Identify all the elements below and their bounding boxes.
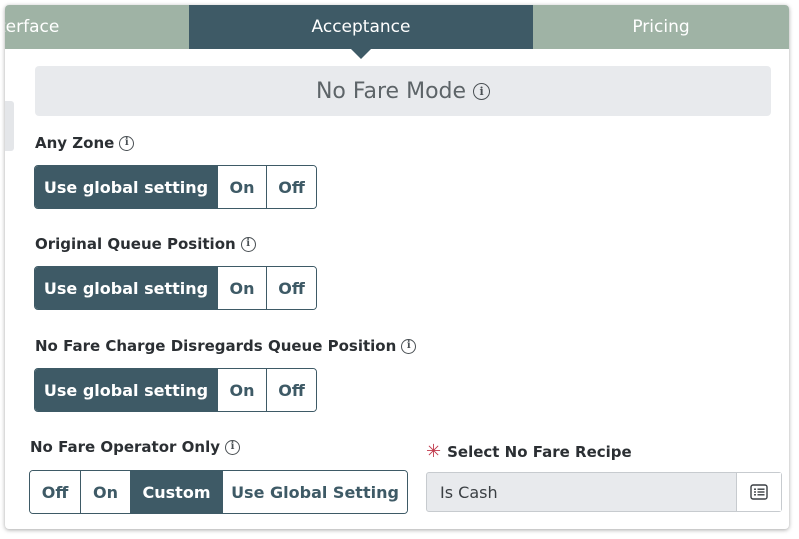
tab-pricing-label: Pricing bbox=[632, 17, 690, 37]
disregards-queue-position-label-text: No Fare Charge Disregards Queue Position bbox=[35, 337, 397, 355]
operator-only-off-button[interactable]: Off bbox=[30, 471, 80, 513]
any-zone-use-global-button[interactable]: Use global setting bbox=[35, 166, 217, 208]
info-icon[interactable]: i bbox=[473, 82, 491, 100]
no-fare-mode-banner: No Fare Mode i bbox=[35, 66, 771, 116]
original-queue-position-toggle: Use global setting On Off bbox=[34, 266, 317, 310]
any-zone-on-button[interactable]: On bbox=[217, 166, 266, 208]
side-scroll-handle[interactable] bbox=[5, 101, 14, 151]
any-zone-label: Any Zone i bbox=[35, 134, 135, 152]
info-icon[interactable]: i bbox=[401, 338, 417, 354]
operator-only-toggle: Off On Custom Use Global Setting bbox=[29, 470, 408, 514]
recipe-picker-button[interactable] bbox=[736, 473, 781, 511]
disregards-queue-on-button[interactable]: On bbox=[217, 369, 266, 411]
operator-only-use-global-button[interactable]: Use Global Setting bbox=[222, 471, 407, 513]
tab-interface-label: terface bbox=[5, 17, 60, 37]
banner-title: No Fare Mode bbox=[315, 78, 467, 104]
info-icon[interactable]: i bbox=[225, 439, 240, 455]
operator-only-on-button[interactable]: On bbox=[80, 471, 130, 513]
info-icon[interactable]: i bbox=[119, 135, 135, 151]
recipe-label: ✳ Select No Fare Recipe bbox=[426, 441, 632, 462]
tab-acceptance-label: Acceptance bbox=[311, 17, 411, 37]
required-asterisk: ✳ bbox=[426, 441, 442, 462]
disregards-queue-position-toggle: Use global setting On Off bbox=[34, 368, 317, 412]
acceptance-panel: terface Acceptance Pricing No Fare Mode … bbox=[5, 5, 789, 529]
disregards-queue-position-label: No Fare Charge Disregards Queue Position… bbox=[35, 337, 417, 355]
operator-only-custom-button[interactable]: Custom bbox=[130, 471, 222, 513]
original-queue-use-global-button[interactable]: Use global setting bbox=[35, 267, 217, 309]
tab-acceptance[interactable]: Acceptance bbox=[189, 5, 533, 49]
info-icon[interactable]: i bbox=[240, 236, 256, 252]
recipe-select-value[interactable]: Is Cash bbox=[427, 473, 736, 511]
tab-bar: terface Acceptance Pricing bbox=[5, 5, 789, 59]
original-queue-off-button[interactable]: Off bbox=[266, 267, 316, 309]
list-icon bbox=[750, 484, 768, 500]
original-queue-position-label: Original Queue Position i bbox=[35, 235, 256, 253]
disregards-queue-use-global-button[interactable]: Use global setting bbox=[35, 369, 217, 411]
any-zone-off-button[interactable]: Off bbox=[266, 166, 316, 208]
original-queue-position-label-text: Original Queue Position bbox=[35, 235, 236, 253]
active-tab-caret bbox=[350, 48, 372, 59]
disregards-queue-off-button[interactable]: Off bbox=[266, 369, 316, 411]
original-queue-on-button[interactable]: On bbox=[217, 267, 266, 309]
any-zone-label-text: Any Zone bbox=[35, 134, 115, 152]
operator-only-label: No Fare Operator Only i bbox=[30, 438, 240, 456]
tab-pricing[interactable]: Pricing bbox=[533, 5, 789, 49]
operator-only-label-text: No Fare Operator Only bbox=[30, 438, 220, 456]
any-zone-toggle: Use global setting On Off bbox=[34, 165, 317, 209]
recipe-select[interactable]: Is Cash bbox=[426, 472, 782, 512]
tab-interface[interactable]: terface bbox=[5, 5, 189, 49]
recipe-label-text: Select No Fare Recipe bbox=[447, 442, 632, 461]
